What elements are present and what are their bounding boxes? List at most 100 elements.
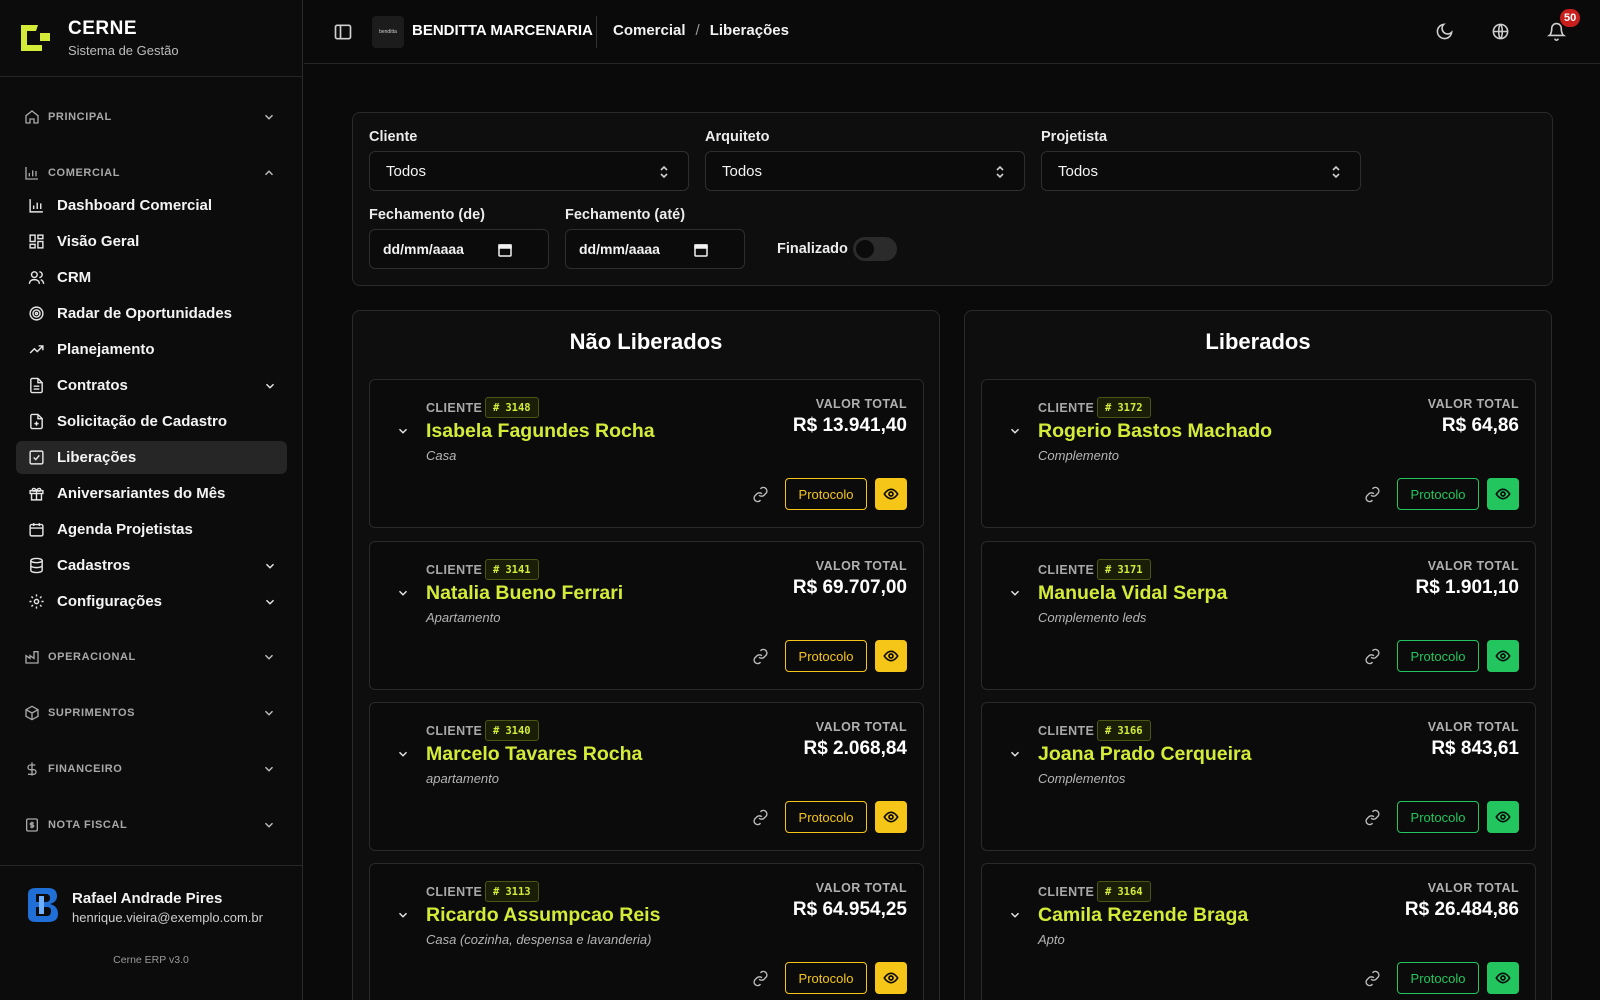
client-name[interactable]: Joana Prado Cerqueira [1038, 743, 1252, 766]
client-name[interactable]: Marcelo Tavares Rocha [426, 743, 642, 766]
breadcrumb-item[interactable]: Comercial [613, 22, 686, 39]
protocol-button[interactable]: Protocolo [785, 962, 867, 994]
chevron-down-icon[interactable] [396, 424, 410, 438]
protocol-button[interactable]: Protocolo [1397, 801, 1479, 833]
view-button[interactable] [1487, 962, 1519, 994]
app-root: CERNE Sistema de Gestão PRINCIPAL COMERC… [0, 0, 1600, 1000]
brand[interactable]: CERNE Sistema de Gestão [0, 0, 302, 77]
chevron-down-icon[interactable] [1008, 747, 1022, 761]
sidebar-item-visao-geral[interactable]: Visão Geral [16, 225, 287, 258]
protocol-button[interactable]: Protocolo [785, 801, 867, 833]
protocol-button[interactable]: Protocolo [785, 640, 867, 672]
user-email: henrique.vieira@exemplo.com.br [72, 910, 263, 925]
client-name[interactable]: Ricardo Assumpcao Reis [426, 904, 660, 927]
view-button[interactable] [1487, 801, 1519, 833]
projetista-select[interactable]: Todos [1041, 151, 1361, 191]
link-icon[interactable] [752, 486, 769, 503]
globe-icon[interactable] [1491, 22, 1510, 41]
protocol-button[interactable]: Protocolo [1397, 478, 1479, 510]
client-id: 3113 [505, 885, 531, 898]
client-label: CLIENTE [426, 563, 483, 577]
section-suprimentos[interactable]: SUPRIMENTOS [24, 703, 276, 723]
chevron-down-icon[interactable] [396, 586, 410, 600]
chevron-down-icon [265, 599, 275, 605]
client-description: apartamento [426, 771, 499, 786]
link-icon[interactable] [752, 648, 769, 665]
bar-chart-icon [25, 167, 38, 180]
sidebar-item-cadastros[interactable]: Cadastros [16, 549, 287, 582]
release-card: CLIENTE #3171 Manuela Vidal Serpa Comple… [981, 541, 1536, 690]
cerne-logo-icon [21, 25, 50, 51]
view-button[interactable] [1487, 478, 1519, 510]
finalizado-toggle[interactable] [853, 237, 897, 261]
eye-icon [883, 650, 899, 662]
client-name[interactable]: Camila Rezende Braga [1038, 904, 1248, 927]
section-operacional[interactable]: OPERACIONAL [24, 647, 276, 667]
sidebar-item-solicitacao-cadastro[interactable]: Solicitação de Cadastro [16, 405, 287, 438]
sidebar-item-liberacoes[interactable]: Liberações [16, 441, 287, 474]
view-button[interactable] [875, 801, 907, 833]
sidebar-toggle-icon[interactable] [333, 22, 353, 42]
link-icon[interactable] [1364, 970, 1381, 987]
sidebar-item-crm[interactable]: CRM [16, 261, 287, 294]
home-icon [25, 110, 39, 124]
view-button[interactable] [875, 640, 907, 672]
sidebar-item-dashboard-comercial[interactable]: Dashboard Comercial [16, 189, 287, 222]
sidebar-item-agenda-projetistas[interactable]: Agenda Projetistas [16, 513, 287, 546]
notification-badge: 50 [1560, 9, 1581, 27]
sidebar-item-label: Planejamento [57, 341, 155, 358]
moon-icon[interactable] [1435, 22, 1454, 41]
link-icon[interactable] [1364, 809, 1381, 826]
chevron-down-icon[interactable] [1008, 908, 1022, 922]
chevron-down-icon[interactable] [396, 908, 410, 922]
user-panel[interactable]: Rafael Andrade Pires henrique.vieira@exe… [0, 865, 302, 1000]
hash-icon: # [1105, 563, 1112, 576]
brand-title: CERNE [68, 18, 138, 39]
file-plus-icon [30, 413, 43, 430]
sidebar-item-aniversariantes[interactable]: Aniversariantes do Mês [16, 477, 287, 510]
section-nota-fiscal[interactable]: NOTA FISCAL [24, 815, 276, 835]
finalizado-label: Finalizado [777, 241, 848, 257]
link-icon[interactable] [1364, 486, 1381, 503]
sidebar-item-planejamento[interactable]: Planejamento [16, 333, 287, 366]
sidebar-item-contratos[interactable]: Contratos [16, 369, 287, 402]
client-name[interactable]: Rogerio Bastos Machado [1038, 420, 1272, 443]
company-name[interactable]: BENDITTA MARCENARIA [412, 22, 593, 39]
chevron-down-icon[interactable] [1008, 424, 1022, 438]
client-name[interactable]: Isabela Fagundes Rocha [426, 420, 655, 443]
section-financeiro[interactable]: FINANCEIRO [24, 759, 276, 779]
cliente-select[interactable]: Todos [369, 151, 689, 191]
client-id-badge: #3140 [485, 720, 539, 741]
client-name[interactable]: Natalia Bueno Ferrari [426, 582, 623, 605]
total-value: R$ 1.901,10 [1415, 577, 1519, 598]
client-name[interactable]: Manuela Vidal Serpa [1038, 582, 1227, 605]
protocol-button[interactable]: Protocolo [785, 478, 867, 510]
section-principal[interactable]: PRINCIPAL [24, 107, 276, 127]
fechamento-de-input[interactable]: dd/mm/aaaa [369, 229, 549, 269]
view-button[interactable] [1487, 640, 1519, 672]
breadcrumb-separator: / [695, 22, 700, 39]
sidebar-item-label: Dashboard Comercial [57, 197, 213, 214]
arquiteto-label: Arquiteto [705, 129, 770, 145]
sidebar-item-radar[interactable]: Radar de Oportunidades [16, 297, 287, 330]
client-id-badge: #3148 [485, 397, 539, 418]
chevrons-up-down-icon [1332, 165, 1340, 179]
protocol-button[interactable]: Protocolo [1397, 640, 1479, 672]
client-id-badge: #3141 [485, 559, 539, 580]
sidebar-item-configuracoes[interactable]: Configurações [16, 585, 287, 618]
view-button[interactable] [875, 478, 907, 510]
link-icon[interactable] [752, 809, 769, 826]
link-icon[interactable] [1364, 648, 1381, 665]
company-logo: benditta [372, 16, 404, 48]
fechamento-ate-input[interactable]: dd/mm/aaaa [565, 229, 745, 269]
section-comercial[interactable]: COMERCIAL [24, 163, 276, 183]
fechamento-de-value: dd/mm/aaaa [383, 241, 464, 257]
chevron-down-icon [264, 114, 274, 120]
chevron-down-icon[interactable] [396, 747, 410, 761]
link-icon[interactable] [752, 970, 769, 987]
chevron-down-icon[interactable] [1008, 586, 1022, 600]
view-button[interactable] [875, 962, 907, 994]
protocol-button[interactable]: Protocolo [1397, 962, 1479, 994]
value-label: VALOR TOTAL [1427, 397, 1519, 411]
arquiteto-select[interactable]: Todos [705, 151, 1025, 191]
